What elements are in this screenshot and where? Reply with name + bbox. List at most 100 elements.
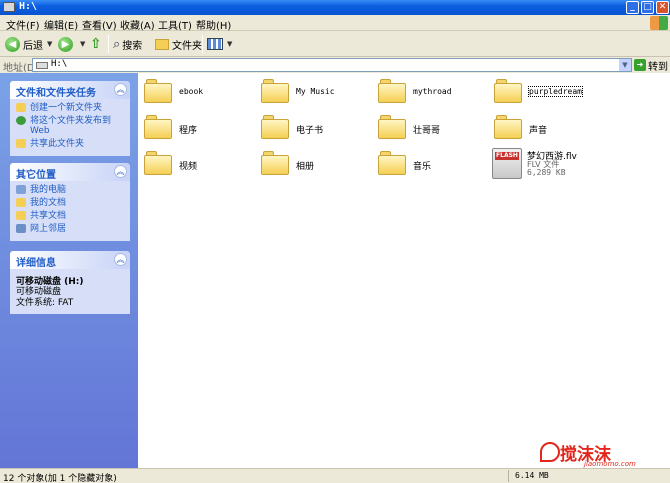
forward-button[interactable]: ▶ ▼ bbox=[58, 35, 85, 53]
menu-help[interactable]: 帮助(H) bbox=[196, 17, 231, 32]
drive-name: 可移动磁盘 (H:) bbox=[16, 277, 84, 287]
documents-folder-icon bbox=[16, 198, 26, 207]
folder-label: 视频 bbox=[179, 162, 198, 172]
shared-documents-label: 共享文档 bbox=[30, 211, 67, 221]
folder-icon bbox=[378, 79, 406, 103]
back-button[interactable]: ◀ 后退 ▼ bbox=[5, 35, 52, 53]
folder-item[interactable]: 电子书 bbox=[261, 113, 376, 143]
drive-type: 可移动磁盘 bbox=[16, 287, 62, 297]
menu-file[interactable]: 文件(F) bbox=[6, 17, 40, 32]
address-input[interactable]: H:\ ▼ bbox=[32, 58, 632, 72]
folder-item[interactable]: mythroad bbox=[378, 77, 493, 107]
details-panel: 详细信息 ︽ 可移动磁盘 (H:) 可移动磁盘 文件系统: FAT bbox=[10, 251, 130, 314]
views-icon bbox=[207, 38, 223, 50]
menu-view[interactable]: 查看(V) bbox=[82, 17, 117, 32]
watermark-url: jiaomomo.com bbox=[584, 460, 636, 468]
folder-item[interactable]: 相册 bbox=[261, 149, 376, 179]
folder-icon bbox=[378, 151, 406, 175]
menu-edit[interactable]: 编辑(E) bbox=[44, 17, 78, 32]
flash-badge: FLASH bbox=[495, 152, 519, 160]
folder-label: 声音 bbox=[529, 126, 548, 136]
network-places-link[interactable]: 网上邻居 bbox=[16, 224, 124, 234]
folder-label: purpledream bbox=[528, 86, 583, 97]
title-bar: H:\ _ □ ✕ bbox=[0, 0, 670, 15]
back-label: 后退 bbox=[23, 40, 43, 52]
folder-item[interactable]: 程序 bbox=[144, 113, 259, 143]
file-list: ebook My Music mythroad purpledream 程序 电… bbox=[138, 73, 670, 468]
file-tasks-panel: 文件和文件夹任务 ︽ 创建一个新文件夹 将这个文件夹发布到 Web 共享此文件夹 bbox=[10, 81, 130, 156]
folder-item-selected[interactable]: purpledream bbox=[494, 77, 609, 107]
go-label: 转到 bbox=[648, 61, 668, 73]
minimize-button[interactable]: _ bbox=[626, 1, 639, 14]
shared-documents-link[interactable]: 共享文档 bbox=[16, 211, 124, 221]
status-object-count: 12 个对象(加 1 个隐藏对象) bbox=[3, 474, 117, 483]
folder-item[interactable]: 声音 bbox=[494, 113, 609, 143]
file-tasks-title: 文件和文件夹任务 bbox=[16, 88, 96, 99]
address-dropdown-button[interactable]: ▼ bbox=[619, 59, 631, 71]
go-button[interactable]: ➜ 转到 bbox=[634, 58, 670, 73]
views-button[interactable]: ▼ bbox=[207, 35, 232, 53]
folder-item[interactable]: 视频 bbox=[144, 149, 259, 179]
folder-item[interactable]: 壮哥哥 bbox=[378, 113, 493, 143]
drive-icon bbox=[3, 2, 15, 12]
folder-icon bbox=[494, 79, 522, 103]
new-folder-link[interactable]: 创建一个新文件夹 bbox=[16, 103, 124, 113]
folder-icon bbox=[494, 115, 522, 139]
folders-button[interactable]: 文件夹 bbox=[155, 35, 202, 53]
details-title: 详细信息 bbox=[16, 258, 56, 269]
collapse-icon[interactable]: ︽ bbox=[114, 253, 127, 266]
search-icon: ⌕ bbox=[113, 36, 121, 52]
shared-folder-icon bbox=[16, 211, 26, 220]
folder-icon bbox=[261, 115, 289, 139]
folder-icon bbox=[378, 115, 406, 139]
details-header[interactable]: 详细信息 ︽ bbox=[10, 251, 130, 269]
status-bar: 12 个对象(加 1 个隐藏对象) 6.14 MB bbox=[0, 468, 670, 483]
address-path: H:\ bbox=[51, 59, 68, 69]
network-icon bbox=[16, 224, 26, 233]
new-folder-label: 创建一个新文件夹 bbox=[30, 103, 103, 113]
my-documents-link[interactable]: 我的文档 bbox=[16, 198, 124, 208]
watermark-logo: 搅沫沫 jiaomomo.com bbox=[540, 440, 665, 468]
folder-item[interactable]: ebook bbox=[144, 77, 259, 107]
toolbar-divider bbox=[108, 35, 109, 53]
share-folder-link[interactable]: 共享此文件夹 bbox=[16, 139, 124, 149]
chevron-down-icon: ▼ bbox=[227, 40, 233, 48]
file-tasks-header[interactable]: 文件和文件夹任务 ︽ bbox=[10, 81, 130, 99]
toolbar: ◀ 后退 ▼ ▶ ▼ ⇧ ⌕ 搜索 文件夹 ▼ bbox=[0, 31, 670, 57]
collapse-icon[interactable]: ︽ bbox=[114, 165, 127, 178]
other-places-title: 其它位置 bbox=[16, 170, 56, 181]
new-folder-icon bbox=[16, 103, 26, 112]
folder-label: 音乐 bbox=[413, 162, 432, 172]
folder-label: My Music bbox=[296, 87, 335, 96]
search-button[interactable]: ⌕ 搜索 bbox=[113, 35, 142, 53]
folder-label: 壮哥哥 bbox=[413, 126, 441, 136]
my-documents-label: 我的文档 bbox=[30, 198, 67, 208]
up-folder-button[interactable]: ⇧ bbox=[90, 35, 102, 53]
status-size: 6.14 MB bbox=[515, 471, 549, 480]
globe-icon bbox=[16, 116, 26, 125]
watermark-bird-icon bbox=[540, 442, 560, 462]
folder-icon bbox=[144, 151, 172, 175]
folder-item[interactable]: 音乐 bbox=[378, 149, 493, 179]
status-divider bbox=[508, 470, 509, 482]
publish-web-link[interactable]: 将这个文件夹发布到 Web bbox=[16, 116, 124, 136]
up-arrow-icon: ⇧ bbox=[90, 36, 102, 52]
folder-icon bbox=[155, 38, 169, 50]
folder-item[interactable]: My Music bbox=[261, 77, 376, 107]
file-system: 文件系统: FAT bbox=[16, 298, 74, 308]
folder-label: 程序 bbox=[179, 126, 198, 136]
folder-label: mythroad bbox=[413, 87, 452, 96]
search-label: 搜索 bbox=[122, 40, 143, 52]
menu-favorites[interactable]: 收藏(A) bbox=[120, 17, 155, 32]
collapse-icon[interactable]: ︽ bbox=[114, 83, 127, 96]
folders-label: 文件夹 bbox=[172, 40, 202, 52]
other-places-header[interactable]: 其它位置 ︽ bbox=[10, 163, 130, 181]
maximize-button[interactable]: □ bbox=[641, 1, 654, 14]
folder-label: 相册 bbox=[296, 162, 315, 172]
menu-tools[interactable]: 工具(T) bbox=[158, 17, 192, 32]
close-button[interactable]: ✕ bbox=[656, 1, 669, 14]
chevron-down-icon: ▼ bbox=[80, 40, 86, 48]
flv-file-item[interactable]: FLASH 梦幻西游.flv FLV 文件 6,289 KB bbox=[492, 148, 622, 182]
folder-icon bbox=[261, 79, 289, 103]
my-computer-link[interactable]: 我的电脑 bbox=[16, 185, 124, 195]
